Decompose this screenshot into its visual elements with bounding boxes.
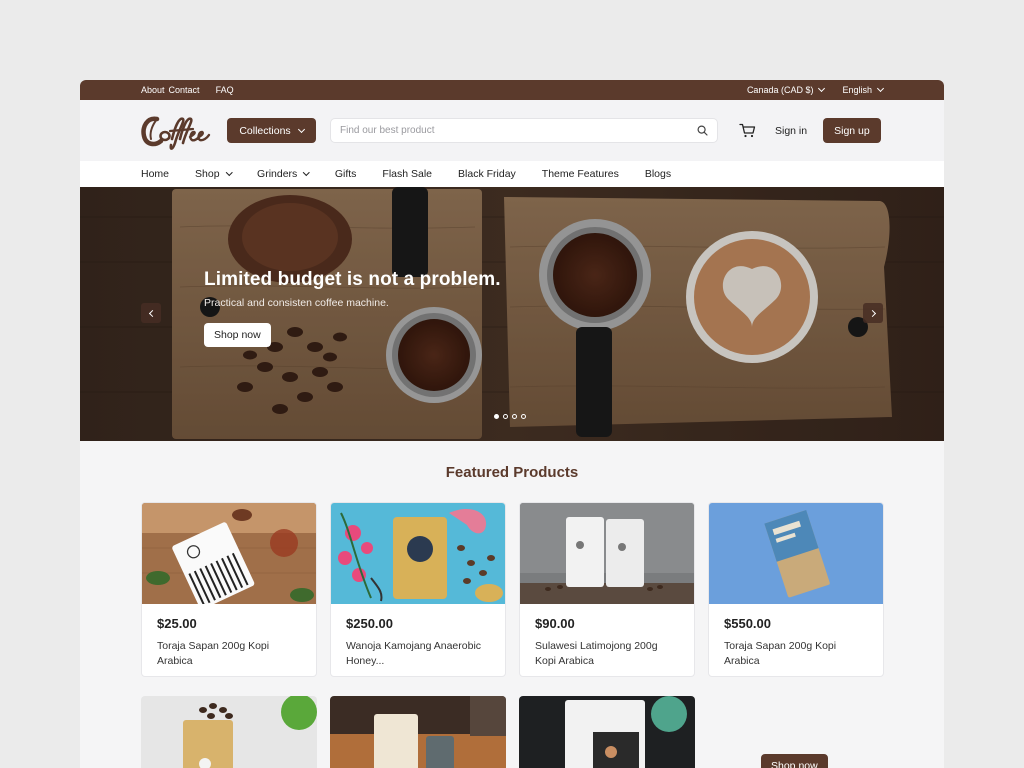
featured-products-title: Featured Products bbox=[445, 464, 579, 481]
hero-content: Limited budget is not a problem. Practic… bbox=[204, 269, 501, 347]
carousel-prev-button[interactable] bbox=[141, 303, 161, 323]
nav-item-label: Theme Features bbox=[541, 168, 619, 180]
language-selector[interactable]: English bbox=[842, 84, 885, 95]
cart-button[interactable] bbox=[738, 122, 756, 140]
nav-item-gifts[interactable]: Gifts bbox=[335, 168, 357, 180]
product-price: $550.00 bbox=[724, 616, 771, 631]
utility-links: About Contact FAQ bbox=[141, 85, 238, 95]
product-card[interactable]: $25.00 Toraja Sapan 200g Kopi Arabica bbox=[141, 502, 317, 677]
nav-item-label: Grinders bbox=[257, 168, 298, 180]
collections-button[interactable]: Collections bbox=[227, 118, 316, 143]
site-header: Collections Sign in Sign up bbox=[80, 100, 944, 161]
chevron-down-icon bbox=[818, 84, 826, 93]
chevron-right-icon bbox=[868, 309, 876, 317]
product-grid: $25.00 Toraja Sapan 200g Kopi Arabica $2… bbox=[80, 502, 944, 677]
carousel-dot[interactable] bbox=[494, 414, 499, 419]
nav-item-label: Flash Sale bbox=[382, 168, 433, 180]
product-card[interactable] bbox=[141, 696, 317, 768]
carousel-indicators bbox=[494, 414, 530, 419]
chevron-down-icon bbox=[876, 84, 885, 93]
product-image bbox=[519, 696, 695, 768]
nav-item-label: Shop bbox=[195, 168, 220, 180]
contact-link[interactable]: Contact bbox=[169, 85, 200, 95]
collections-label: Collections bbox=[239, 124, 291, 137]
currency-label: Canada (CAD $) bbox=[746, 85, 814, 95]
product-image bbox=[141, 696, 317, 768]
sign-in-link[interactable]: Sign in bbox=[775, 125, 807, 137]
search-icon[interactable] bbox=[697, 125, 708, 136]
nav-item-label: Blogs bbox=[644, 168, 672, 180]
product-image bbox=[709, 503, 883, 604]
chevron-down-icon bbox=[225, 169, 232, 176]
product-name[interactable]: Wanoja Kamojang Anaerobic Honey... bbox=[346, 639, 491, 669]
product-card[interactable] bbox=[330, 696, 506, 768]
search-bar bbox=[330, 118, 718, 143]
product-card[interactable] bbox=[519, 696, 695, 768]
product-image bbox=[331, 503, 505, 604]
currency-selector[interactable]: Canada (CAD $) bbox=[746, 84, 826, 95]
locale-selectors: Canada (CAD $) English bbox=[729, 84, 885, 95]
carousel-next-button[interactable] bbox=[863, 303, 883, 323]
hero-title: Limited budget is not a problem. bbox=[204, 269, 501, 290]
carousel-dot[interactable] bbox=[503, 414, 508, 419]
nav-item-shop[interactable]: Shop bbox=[195, 168, 232, 180]
nav-item-label: Black Friday bbox=[458, 168, 516, 180]
product-price: $90.00 bbox=[535, 616, 575, 631]
product-name[interactable]: Sulawesi Latimojong 200g Kopi Arabica bbox=[535, 639, 680, 669]
main-navigation: Home Shop Grinders Gifts Flash Sale Blac… bbox=[80, 161, 944, 187]
product-image bbox=[330, 696, 506, 768]
nav-item-blogs[interactable]: Blogs bbox=[645, 168, 671, 180]
chevron-down-icon bbox=[303, 169, 310, 176]
product-image bbox=[520, 503, 694, 604]
carousel-dot[interactable] bbox=[521, 414, 526, 419]
hero-shop-now-button[interactable]: Shop now bbox=[204, 323, 271, 347]
carousel-dot[interactable] bbox=[512, 414, 517, 419]
search-input[interactable] bbox=[340, 125, 697, 136]
product-price: $25.00 bbox=[157, 616, 197, 631]
hero-carousel: Limited budget is not a problem. Practic… bbox=[80, 187, 944, 441]
chevron-down-icon bbox=[297, 125, 305, 133]
product-name[interactable]: Toraja Sapan 200g Kopi Arabica bbox=[724, 639, 869, 669]
chevron-left-icon bbox=[148, 309, 156, 317]
about-link[interactable]: About bbox=[141, 85, 165, 95]
nav-item-black-friday[interactable]: Black Friday bbox=[458, 168, 516, 180]
language-label: English bbox=[842, 85, 872, 95]
product-card[interactable]: $90.00 Sulawesi Latimojong 200g Kopi Ara… bbox=[519, 502, 695, 677]
product-card[interactable]: $250.00 Wanoja Kamojang Anaerobic Honey.… bbox=[330, 502, 506, 677]
coffee-logo-icon bbox=[141, 116, 211, 150]
nav-item-theme-features[interactable]: Theme Features bbox=[542, 168, 619, 180]
sign-up-button[interactable]: Sign up bbox=[823, 118, 881, 143]
nav-item-label: Home bbox=[141, 168, 170, 180]
nav-item-grinders[interactable]: Grinders bbox=[257, 168, 310, 180]
nav-item-flash-sale[interactable]: Flash Sale bbox=[382, 168, 432, 180]
nav-item-home[interactable]: Home bbox=[141, 168, 169, 180]
cart-icon bbox=[738, 123, 755, 138]
nav-item-label: Gifts bbox=[334, 168, 357, 180]
product-name[interactable]: Toraja Sapan 200g Kopi Arabica bbox=[157, 639, 302, 669]
faq-link[interactable]: FAQ bbox=[216, 85, 234, 95]
more-shop-now-button[interactable]: Shop now bbox=[761, 754, 828, 768]
product-image bbox=[142, 503, 316, 604]
product-card[interactable]: $550.00 Toraja Sapan 200g Kopi Arabica bbox=[708, 502, 884, 677]
hero-subtitle: Practical and consisten coffee machine. bbox=[204, 297, 389, 309]
product-price: $250.00 bbox=[346, 616, 393, 631]
top-utility-bar: About Contact FAQ Canada (CAD $) English bbox=[80, 80, 944, 100]
coffee-logo[interactable] bbox=[141, 109, 211, 153]
storefront-page: About Contact FAQ Canada (CAD $) English bbox=[80, 80, 944, 768]
